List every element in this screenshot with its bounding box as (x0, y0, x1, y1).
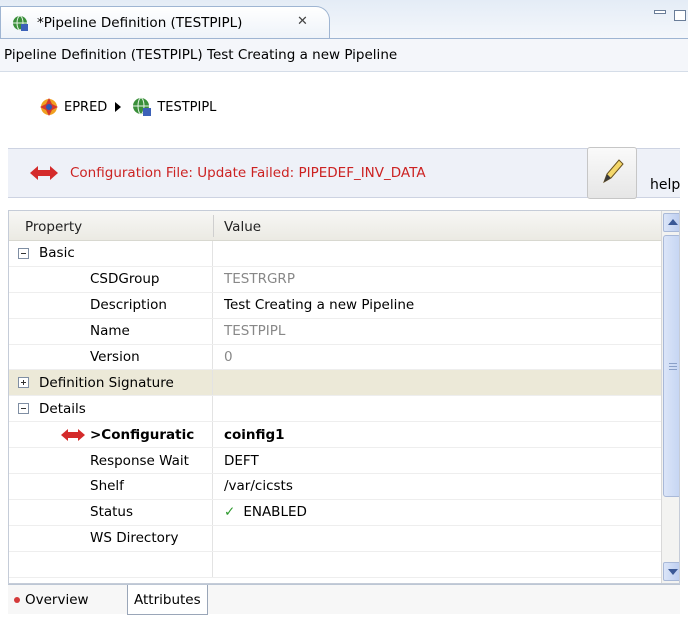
help-button[interactable] (587, 147, 637, 199)
breadcrumb: EPRED TESTPIPL (38, 94, 224, 120)
table-row[interactable]: WS Directory (9, 525, 661, 552)
region-icon (40, 98, 58, 116)
window-controls (654, 10, 686, 21)
property-value[interactable]: DEFT (214, 448, 661, 473)
checkmark-icon: ✓ (224, 504, 236, 521)
message-bar: Configuration File: Update Failed: PIPED… (8, 147, 680, 199)
group-label: Definition Signature (39, 374, 174, 391)
error-icon (61, 428, 85, 441)
table-row[interactable]: Description Test Creating a new Pipeline (9, 292, 661, 319)
property-value[interactable]: coinfig1 (214, 422, 661, 447)
property-label: Status (90, 504, 134, 521)
collapse-icon[interactable] (18, 403, 29, 415)
property-label: Version (90, 349, 140, 365)
bottom-tab-bar: Overview Attributes (8, 584, 680, 615)
property-table: Property Value Basic CSDGroup TESTRGRP D… (8, 210, 680, 584)
editor-tab-strip: *Pipeline Definition (TESTPIPL) ✕ (0, 0, 688, 38)
property-value: 0 (224, 349, 233, 365)
property-label: Name (90, 323, 130, 340)
pipeline-icon (13, 15, 28, 31)
vertical-scrollbar[interactable] (661, 211, 679, 583)
property-label: >Configuratic (90, 426, 195, 443)
property-label: WS Directory (90, 530, 179, 547)
property-value: TESTRGRP (224, 271, 295, 288)
group-label: Details (39, 400, 86, 417)
table-row[interactable]: CSDGroup TESTRGRP (9, 266, 661, 293)
property-label: CSDGroup (90, 271, 160, 288)
editor-header-text: Pipeline Definition (TESTPIPL) Test Crea… (4, 47, 398, 63)
tab-title: *Pipeline Definition (TESTPIPL) (37, 14, 243, 31)
table-row[interactable]: >Configuratic coinfig1 (9, 422, 661, 449)
breadcrumb-item-epred[interactable]: EPRED (64, 100, 107, 115)
grip-line (669, 366, 677, 367)
column-separator[interactable] (213, 215, 214, 237)
collapse-icon[interactable] (18, 247, 29, 259)
error-marker-icon (14, 596, 20, 603)
property-label: Description (90, 297, 167, 314)
property-value[interactable]: Test Creating a new Pipeline (214, 293, 661, 318)
pipeline-icon (133, 97, 152, 116)
column-header-property[interactable]: Property (25, 219, 82, 235)
table-rows: Basic CSDGroup TESTRGRP Description Test… (9, 241, 661, 578)
table-row[interactable]: Shelf /var/cicsts (9, 474, 661, 500)
table-row[interactable]: Basic (9, 241, 661, 267)
close-icon[interactable]: ✕ (297, 14, 308, 29)
property-value[interactable]: /var/cicsts (214, 474, 661, 499)
property-label: Shelf (90, 478, 124, 495)
table-row-empty (9, 551, 661, 578)
table-row[interactable]: Version 0 (9, 344, 661, 371)
property-label: Response Wait (90, 452, 189, 469)
minimize-icon[interactable] (654, 10, 666, 14)
error-icon (30, 166, 58, 180)
column-header-value[interactable]: Value (224, 219, 261, 235)
breadcrumb-item-testpipl[interactable]: TESTPIPL (157, 100, 216, 115)
pencil-icon (603, 159, 624, 184)
arrow-up-icon (668, 219, 678, 225)
arrow-down-icon (668, 569, 678, 575)
tab-attributes-label: Attributes (134, 591, 201, 608)
message-text: Configuration File: Update Failed: PIPED… (70, 165, 426, 181)
tab-attributes[interactable]: Attributes (127, 585, 208, 615)
breadcrumb-separator-icon (115, 102, 122, 112)
property-value-status[interactable]: ✓ ENABLED (214, 500, 661, 525)
table-row[interactable]: Status ✓ ENABLED (9, 499, 661, 526)
table-row[interactable]: Name TESTPIPL (9, 318, 661, 345)
help-label[interactable]: help (650, 177, 680, 193)
grip-line (669, 363, 677, 364)
maximize-icon[interactable] (674, 10, 686, 21)
table-row[interactable]: Response Wait DEFT (9, 448, 661, 475)
tab-pipeline-definition[interactable]: *Pipeline Definition (TESTPIPL) ✕ (0, 6, 330, 38)
tab-overview-label: Overview (25, 591, 89, 608)
table-row[interactable]: Definition Signature (9, 370, 661, 397)
property-value[interactable] (214, 526, 661, 551)
group-label: Basic (39, 245, 75, 262)
scroll-down-button[interactable] (663, 562, 679, 581)
editor-header: Pipeline Definition (TESTPIPL) Test Crea… (0, 38, 688, 72)
expand-icon[interactable] (18, 377, 29, 389)
tab-overview[interactable]: Overview (14, 585, 89, 614)
status-text: ENABLED (243, 504, 307, 521)
property-value: TESTPIPL (224, 323, 286, 340)
grip-line (669, 369, 677, 370)
scrollbar-thumb[interactable] (663, 235, 679, 497)
table-row[interactable]: Details (9, 396, 661, 423)
scroll-up-button[interactable] (663, 213, 679, 232)
table-header: Property Value (9, 211, 661, 241)
